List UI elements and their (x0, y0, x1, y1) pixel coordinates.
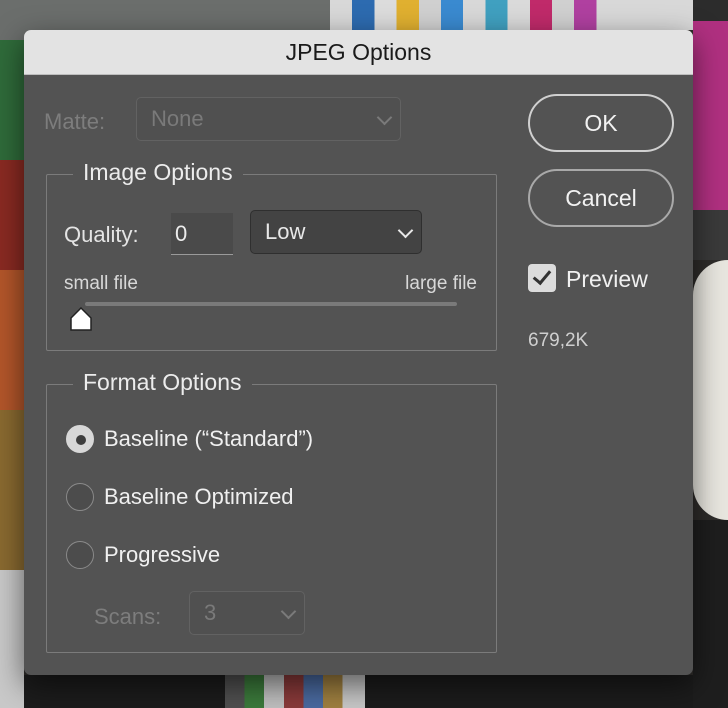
scans-select-value: 3 (204, 600, 217, 625)
ok-button-label: OK (584, 109, 618, 136)
format-options-title: Format Options (73, 369, 252, 396)
matte-label: Matte: (44, 109, 106, 134)
scans-select: 3 (189, 591, 305, 635)
radio-progressive[interactable]: Progressive (66, 541, 220, 569)
radio-label: Progressive (104, 542, 221, 567)
quality-label: Quality: (64, 222, 139, 247)
dialog-titlebar[interactable]: JPEG Options (24, 30, 693, 75)
image-options-group: Image Options Quality: 0 Low small file … (46, 159, 497, 351)
preview-label[interactable]: Preview (566, 266, 648, 293)
radio-label: Baseline Optimized (104, 484, 294, 509)
matte-select: None (136, 97, 401, 141)
radio-baseline-optimized[interactable]: Baseline Optimized (66, 483, 294, 511)
preview-checkbox[interactable] (528, 264, 556, 292)
jpeg-options-dialog: JPEG Options Matte: None Image Options Q… (24, 30, 693, 675)
quality-preset-value: Low (265, 219, 306, 244)
chevron-down-icon (397, 222, 414, 239)
file-size-readout: 679,2K (528, 330, 589, 351)
dialog-title: JPEG Options (285, 38, 432, 65)
ok-button[interactable]: OK (528, 94, 674, 152)
matte-select-value: None (151, 106, 204, 131)
cancel-button[interactable]: Cancel (528, 169, 674, 227)
image-options-title: Image Options (73, 159, 243, 186)
small-file-label: small file (64, 273, 138, 294)
quality-input-value: 0 (175, 220, 188, 246)
radio-button[interactable] (66, 541, 94, 569)
quality-slider-thumb[interactable] (70, 307, 92, 331)
cancel-button-label: Cancel (565, 184, 637, 211)
large-file-label: large file (405, 273, 477, 294)
radio-button[interactable] (66, 425, 94, 453)
radio-button[interactable] (66, 483, 94, 511)
quality-slider-track[interactable] (85, 302, 457, 306)
format-options-group: Format Options Baseline (“Standard”) Bas… (46, 369, 497, 653)
quality-preset-select[interactable]: Low (250, 210, 422, 254)
quality-input[interactable]: 0 (171, 213, 233, 255)
chevron-down-icon (280, 603, 297, 620)
radio-label: Baseline (“Standard”) (104, 426, 314, 451)
radio-baseline-standard[interactable]: Baseline (“Standard”) (66, 425, 313, 453)
chevron-down-icon (376, 109, 393, 126)
scans-label: Scans: (94, 604, 162, 629)
